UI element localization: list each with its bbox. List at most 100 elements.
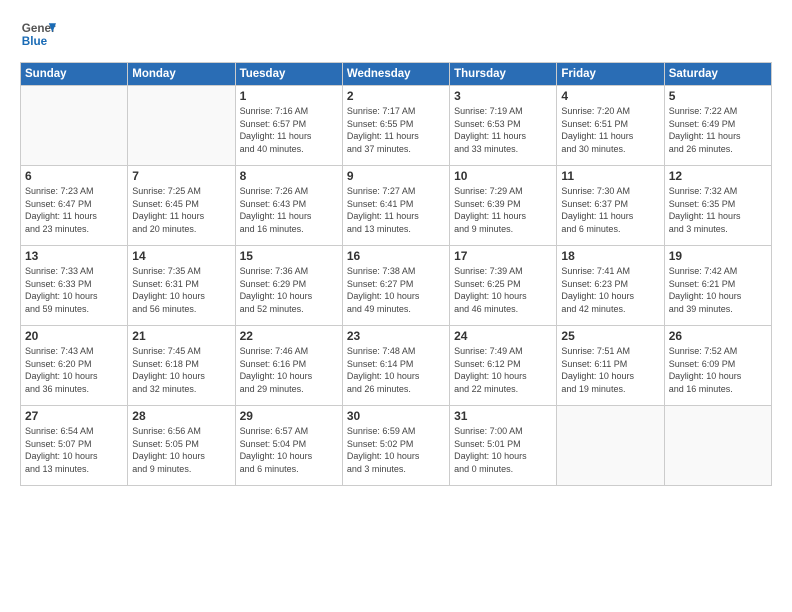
day-number: 17 — [454, 249, 552, 263]
day-number: 13 — [25, 249, 123, 263]
day-detail: Sunrise: 7:26 AMSunset: 6:43 PMDaylight:… — [240, 185, 338, 235]
day-number: 15 — [240, 249, 338, 263]
day-cell: 13 Sunrise: 7:33 AMSunset: 6:33 PMDayligh… — [21, 246, 128, 326]
day-number: 26 — [669, 329, 767, 343]
day-cell: 20 Sunrise: 7:43 AMSunset: 6:20 PMDayligh… — [21, 326, 128, 406]
day-number: 11 — [561, 169, 659, 183]
day-detail: Sunrise: 7:45 AMSunset: 6:18 PMDaylight:… — [132, 345, 230, 395]
weekday-header-thursday: Thursday — [450, 63, 557, 86]
day-detail: Sunrise: 7:30 AMSunset: 6:37 PMDaylight:… — [561, 185, 659, 235]
day-cell: 2 Sunrise: 7:17 AMSunset: 6:55 PMDaylight… — [342, 86, 449, 166]
day-cell: 26 Sunrise: 7:52 AMSunset: 6:09 PMDayligh… — [664, 326, 771, 406]
day-number: 5 — [669, 89, 767, 103]
day-detail: Sunrise: 7:25 AMSunset: 6:45 PMDaylight:… — [132, 185, 230, 235]
weekday-header-friday: Friday — [557, 63, 664, 86]
day-cell: 15 Sunrise: 7:36 AMSunset: 6:29 PMDayligh… — [235, 246, 342, 326]
day-detail: Sunrise: 7:52 AMSunset: 6:09 PMDaylight:… — [669, 345, 767, 395]
day-detail: Sunrise: 7:43 AMSunset: 6:20 PMDaylight:… — [25, 345, 123, 395]
day-cell: 5Sunrise: 7:22 AMSunset: 6:49 PMDaylight… — [664, 86, 771, 166]
day-number: 28 — [132, 409, 230, 423]
logo-icon: General Blue — [20, 16, 56, 52]
day-number: 24 — [454, 329, 552, 343]
day-number: 19 — [669, 249, 767, 263]
day-cell: 6Sunrise: 7:23 AMSunset: 6:47 PMDaylight… — [21, 166, 128, 246]
week-row-2: 6Sunrise: 7:23 AMSunset: 6:47 PMDaylight… — [21, 166, 772, 246]
day-detail: Sunrise: 7:00 AMSunset: 5:01 PMDaylight:… — [454, 425, 552, 475]
day-detail: Sunrise: 7:23 AMSunset: 6:47 PMDaylight:… — [25, 185, 123, 235]
day-cell: 4 Sunrise: 7:20 AMSunset: 6:51 PMDaylight… — [557, 86, 664, 166]
day-detail: Sunrise: 7:49 AMSunset: 6:12 PMDaylight:… — [454, 345, 552, 395]
day-detail: Sunrise: 7:36 AMSunset: 6:29 PMDaylight:… — [240, 265, 338, 315]
day-number: 30 — [347, 409, 445, 423]
day-number: 7 — [132, 169, 230, 183]
day-detail: Sunrise: 7:33 AMSunset: 6:33 PMDaylight:… — [25, 265, 123, 315]
weekday-header-tuesday: Tuesday — [235, 63, 342, 86]
day-number: 16 — [347, 249, 445, 263]
day-number: 10 — [454, 169, 552, 183]
day-cell: 27 Sunrise: 6:54 AMSunset: 5:07 PMDayligh… — [21, 406, 128, 486]
day-cell: 14 Sunrise: 7:35 AMSunset: 6:31 PMDayligh… — [128, 246, 235, 326]
day-number: 4 — [561, 89, 659, 103]
day-cell: 16 Sunrise: 7:38 AMSunset: 6:27 PMDayligh… — [342, 246, 449, 326]
day-number: 23 — [347, 329, 445, 343]
day-detail: Sunrise: 7:20 AMSunset: 6:51 PMDaylight:… — [561, 105, 659, 155]
weekday-header-monday: Monday — [128, 63, 235, 86]
day-cell: 18 Sunrise: 7:41 AMSunset: 6:23 PMDayligh… — [557, 246, 664, 326]
day-number: 21 — [132, 329, 230, 343]
day-number: 8 — [240, 169, 338, 183]
day-cell: 24 Sunrise: 7:49 AMSunset: 6:12 PMDayligh… — [450, 326, 557, 406]
day-detail: Sunrise: 6:56 AMSunset: 5:05 PMDaylight:… — [132, 425, 230, 475]
day-number: 3 — [454, 89, 552, 103]
day-detail: Sunrise: 6:59 AMSunset: 5:02 PMDaylight:… — [347, 425, 445, 475]
weekday-header-saturday: Saturday — [664, 63, 771, 86]
day-detail: Sunrise: 7:27 AMSunset: 6:41 PMDaylight:… — [347, 185, 445, 235]
day-number: 27 — [25, 409, 123, 423]
day-detail: Sunrise: 7:39 AMSunset: 6:25 PMDaylight:… — [454, 265, 552, 315]
week-row-3: 13 Sunrise: 7:33 AMSunset: 6:33 PMDayligh… — [21, 246, 772, 326]
day-detail: Sunrise: 7:48 AMSunset: 6:14 PMDaylight:… — [347, 345, 445, 395]
day-detail: Sunrise: 7:19 AMSunset: 6:53 PMDaylight:… — [454, 105, 552, 155]
day-detail: Sunrise: 7:46 AMSunset: 6:16 PMDaylight:… — [240, 345, 338, 395]
weekday-header-sunday: Sunday — [21, 63, 128, 86]
day-number: 29 — [240, 409, 338, 423]
day-detail: Sunrise: 7:51 AMSunset: 6:11 PMDaylight:… — [561, 345, 659, 395]
day-cell: 1 Sunrise: 7:16 AMSunset: 6:57 PMDaylight… — [235, 86, 342, 166]
day-number: 12 — [669, 169, 767, 183]
logo: General Blue — [20, 16, 56, 52]
day-cell — [128, 86, 235, 166]
week-row-5: 27 Sunrise: 6:54 AMSunset: 5:07 PMDayligh… — [21, 406, 772, 486]
day-cell — [664, 406, 771, 486]
day-number: 1 — [240, 89, 338, 103]
day-cell: 10Sunrise: 7:29 AMSunset: 6:39 PMDayligh… — [450, 166, 557, 246]
day-detail: Sunrise: 7:17 AMSunset: 6:55 PMDaylight:… — [347, 105, 445, 155]
weekday-header-row: SundayMondayTuesdayWednesdayThursdayFrid… — [21, 63, 772, 86]
day-cell: 30 Sunrise: 6:59 AMSunset: 5:02 PMDayligh… — [342, 406, 449, 486]
day-number: 18 — [561, 249, 659, 263]
page: General Blue SundayMondayTuesdayWednesda… — [0, 0, 792, 612]
day-detail: Sunrise: 7:42 AMSunset: 6:21 PMDaylight:… — [669, 265, 767, 315]
day-cell: 9Sunrise: 7:27 AMSunset: 6:41 PMDaylight… — [342, 166, 449, 246]
calendar: SundayMondayTuesdayWednesdayThursdayFrid… — [20, 62, 772, 486]
day-detail: Sunrise: 7:38 AMSunset: 6:27 PMDaylight:… — [347, 265, 445, 315]
day-detail: Sunrise: 7:16 AMSunset: 6:57 PMDaylight:… — [240, 105, 338, 155]
day-cell: 23 Sunrise: 7:48 AMSunset: 6:14 PMDayligh… — [342, 326, 449, 406]
day-cell: 3 Sunrise: 7:19 AMSunset: 6:53 PMDaylight… — [450, 86, 557, 166]
day-detail: Sunrise: 7:35 AMSunset: 6:31 PMDaylight:… — [132, 265, 230, 315]
day-detail: Sunrise: 6:54 AMSunset: 5:07 PMDaylight:… — [25, 425, 123, 475]
day-cell: 22Sunrise: 7:46 AMSunset: 6:16 PMDayligh… — [235, 326, 342, 406]
day-number: 25 — [561, 329, 659, 343]
day-detail: Sunrise: 7:41 AMSunset: 6:23 PMDaylight:… — [561, 265, 659, 315]
day-cell: 31 Sunrise: 7:00 AMSunset: 5:01 PMDayligh… — [450, 406, 557, 486]
day-number: 14 — [132, 249, 230, 263]
day-cell: 19 Sunrise: 7:42 AMSunset: 6:21 PMDayligh… — [664, 246, 771, 326]
day-cell: 28 Sunrise: 6:56 AMSunset: 5:05 PMDayligh… — [128, 406, 235, 486]
day-cell: 25 Sunrise: 7:51 AMSunset: 6:11 PMDayligh… — [557, 326, 664, 406]
day-cell: 11 Sunrise: 7:30 AMSunset: 6:37 PMDayligh… — [557, 166, 664, 246]
day-number: 31 — [454, 409, 552, 423]
day-cell — [557, 406, 664, 486]
week-row-1: 1 Sunrise: 7:16 AMSunset: 6:57 PMDaylight… — [21, 86, 772, 166]
day-cell: 7 Sunrise: 7:25 AMSunset: 6:45 PMDaylight… — [128, 166, 235, 246]
day-number: 20 — [25, 329, 123, 343]
day-number: 2 — [347, 89, 445, 103]
day-detail: Sunrise: 6:57 AMSunset: 5:04 PMDaylight:… — [240, 425, 338, 475]
